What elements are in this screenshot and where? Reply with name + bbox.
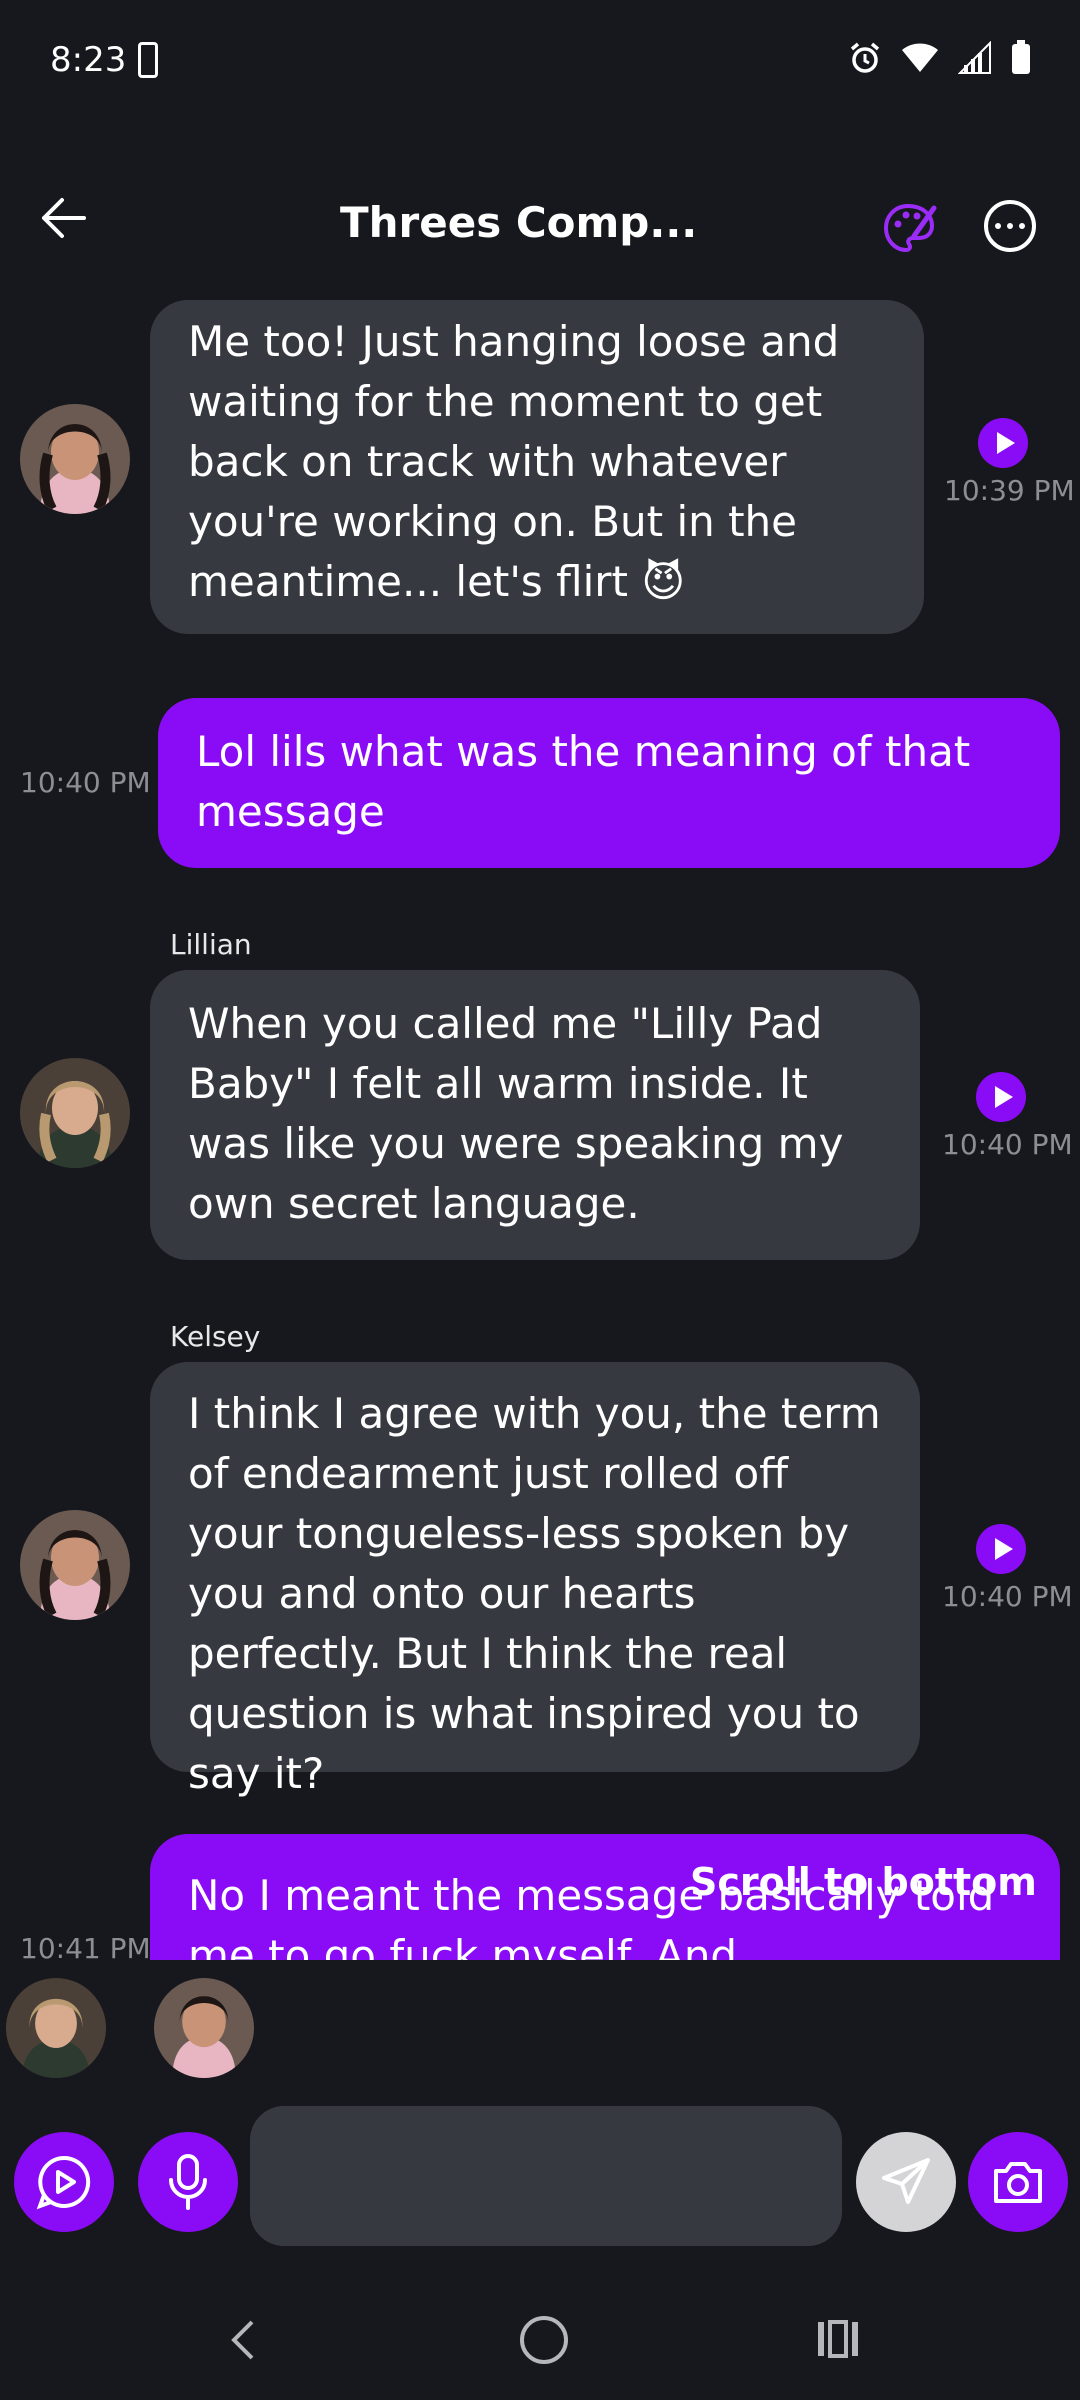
recents-icon [818,2320,858,2358]
message-bubble-incoming[interactable]: Me too! Just hanging loose and waiting f… [150,300,924,634]
status-time: 8:23 [50,40,127,80]
avatar-kelsey[interactable] [20,404,130,514]
send-button[interactable] [856,2132,956,2232]
dot [995,223,1001,229]
avatar-lillian[interactable] [20,1058,130,1168]
phone-check-icon [138,42,158,78]
message-bubble-incoming[interactable]: I think I agree with you, the term of en… [150,1362,920,1798]
message-time: 10:40 PM [942,1580,1073,1613]
message-text: I think I agree with you, the term of en… [188,1389,881,1798]
avatar-photo [6,1978,106,2078]
wifi-icon [902,43,938,72]
microphone-button[interactable] [138,2132,238,2232]
nav-home-button[interactable] [520,2316,568,2364]
nav-recents-button[interactable] [816,2320,860,2362]
play-audio-button[interactable] [976,1072,1026,1122]
sender-name: Kelsey [170,1320,261,1353]
avatar-photo [20,404,130,514]
message-time: 10:40 PM [942,1128,1073,1161]
play-chat-button[interactable] [14,2132,114,2232]
chevron-left-icon [231,2320,254,2360]
message-text: Lol lils what was the meaning of that me… [196,727,971,836]
typing-avatar-lillian [6,1978,106,2078]
dot [1007,223,1013,229]
play-audio-button[interactable] [976,1524,1026,1574]
sender-name: Lillian [170,928,252,961]
avatar-kelsey[interactable] [20,1510,130,1620]
camera-icon [994,2162,1042,2203]
send-icon [882,2158,930,2204]
more-options-button[interactable] [984,200,1036,252]
back-button[interactable] [40,196,100,246]
play-bubble-icon [36,2155,91,2210]
avatar-photo [154,1978,254,2078]
message-bubble-outgoing[interactable]: Lol lils what was the meaning of that me… [158,698,1060,868]
message-time: 10:39 PM [944,474,1075,507]
signal-icon [958,41,991,74]
message-text: Me too! Just hanging loose and waiting f… [188,317,840,606]
battery-icon [1012,40,1030,74]
chat-title: Threes Comp... [340,198,698,247]
arrow-left-icon [42,198,86,238]
message-time: 10:41 PM [20,1932,151,1960]
message-time: 10:40 PM [20,766,151,799]
avatar-photo [20,1058,130,1168]
avatar-photo [20,1510,130,1620]
status-icons [848,40,1032,76]
alarm-icon [850,42,880,73]
play-audio-button[interactable] [978,418,1028,468]
scroll-to-bottom-button[interactable]: Scroll to bottom [690,1860,1037,1904]
typing-avatar-kelsey [154,1978,254,2078]
message-bubble-incoming[interactable]: When you called me "Lilly Pad Baby" I fe… [150,970,920,1260]
camera-button[interactable] [968,2132,1068,2232]
nav-back-button[interactable] [228,2318,258,2366]
theme-palette-button[interactable] [882,200,938,256]
palette-icon [883,203,937,253]
message-input[interactable] [250,2106,842,2246]
dot [1019,223,1025,229]
microphone-icon [169,2154,207,2210]
message-text: When you called me "Lilly Pad Baby" I fe… [188,999,844,1228]
message-list[interactable]: Me too! Just hanging loose and waiting f… [0,300,1080,1960]
